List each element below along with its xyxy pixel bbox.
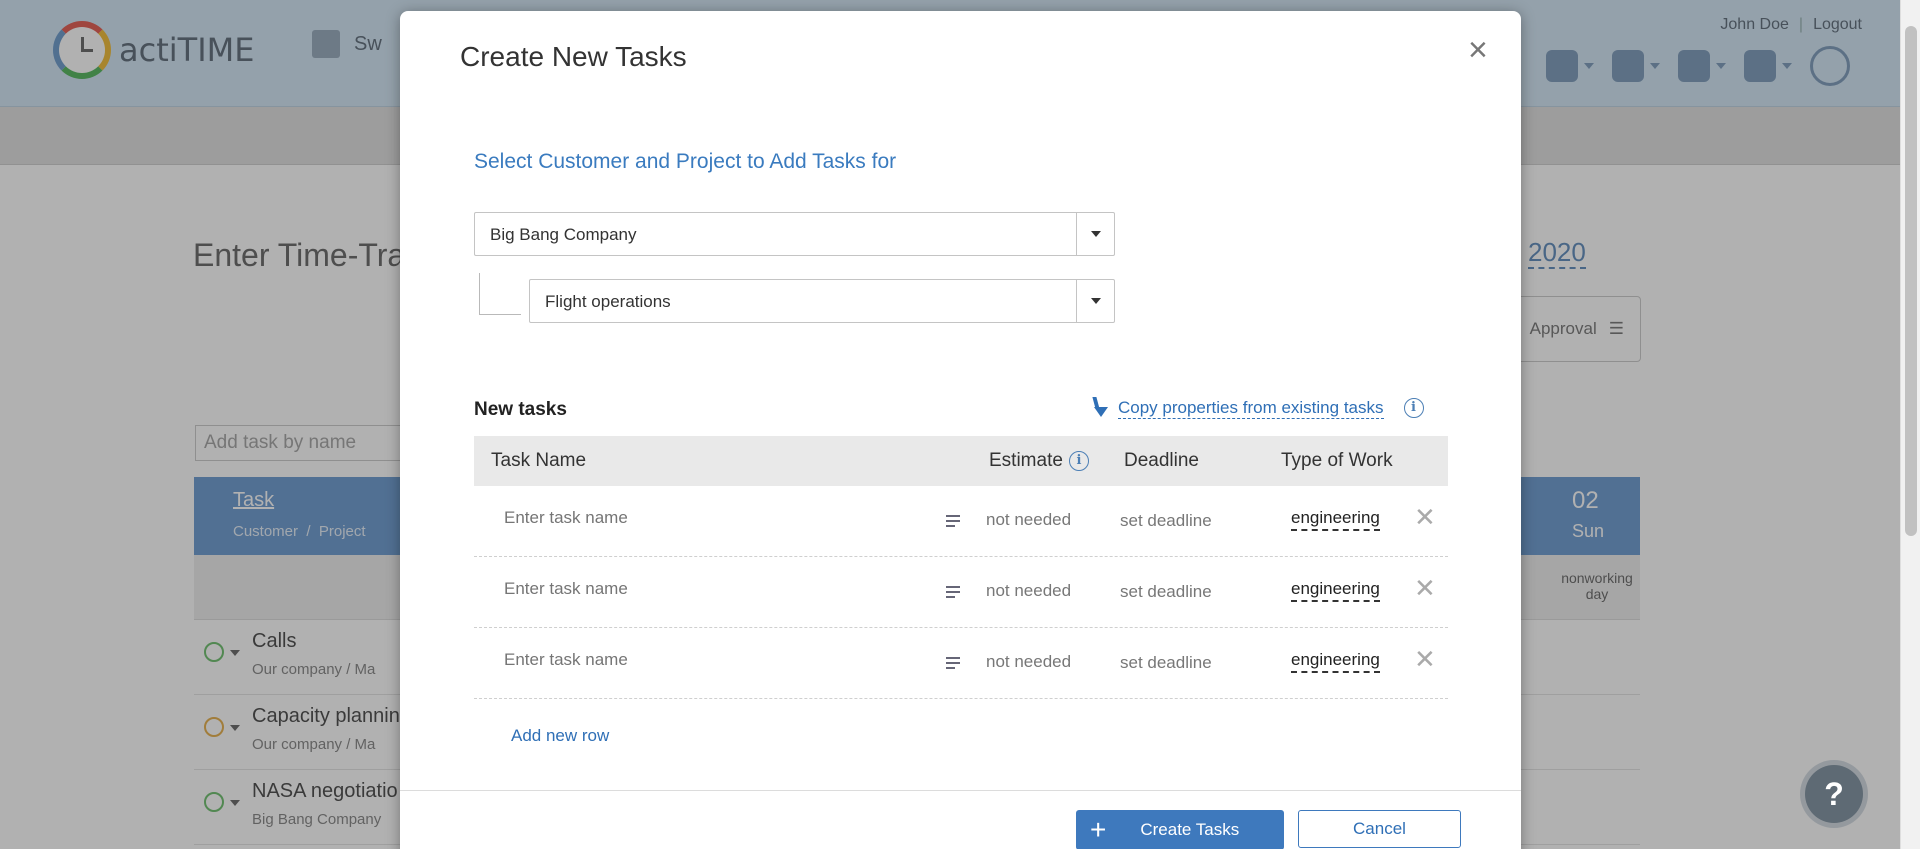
copy-properties-link[interactable]: Copy properties from existing tasks	[1118, 398, 1384, 419]
task-row: not needed set deadline engineering ✕	[474, 486, 1448, 557]
section-heading: Select Customer and Project to Add Tasks…	[474, 150, 897, 173]
description-icon[interactable]	[946, 515, 960, 527]
project-value: Flight operations	[545, 292, 671, 311]
task-row: not needed set deadline engineering ✕	[474, 628, 1448, 699]
estimate-field[interactable]: not needed	[986, 510, 1071, 530]
close-icon[interactable]: ×	[1468, 33, 1488, 67]
column-estimate: Estimate i	[989, 450, 1089, 472]
plus-icon: +	[1090, 814, 1107, 845]
modal-title: Create New Tasks	[460, 41, 687, 72]
type-of-work-select[interactable]: engineering	[1291, 579, 1380, 602]
arrow-down-icon	[1090, 397, 1108, 419]
customer-value: Big Bang Company	[490, 225, 637, 244]
copy-properties: Copy properties from existing tasks i	[1090, 397, 1424, 419]
customer-select[interactable]: Big Bang Company	[474, 212, 1115, 256]
add-new-row-link[interactable]: Add new row	[511, 726, 609, 746]
cancel-button[interactable]: Cancel	[1298, 810, 1461, 848]
type-of-work-select[interactable]: engineering	[1291, 508, 1380, 531]
chevron-down-icon[interactable]	[1076, 213, 1114, 255]
column-type-of-work: Type of Work	[1281, 450, 1393, 471]
description-icon[interactable]	[946, 657, 960, 669]
help-button[interactable]: ?	[1805, 765, 1863, 823]
estimate-field[interactable]: not needed	[986, 581, 1071, 601]
task-name-input[interactable]	[504, 650, 904, 670]
type-of-work-select[interactable]: engineering	[1291, 650, 1380, 673]
page-scrollbar[interactable]	[1900, 0, 1920, 849]
new-tasks-label: New tasks	[474, 399, 567, 420]
deadline-field[interactable]: set deadline	[1120, 653, 1212, 673]
info-icon[interactable]: i	[1068, 451, 1089, 471]
chevron-down-icon[interactable]	[1076, 280, 1114, 322]
task-row: not needed set deadline engineering ✕	[474, 557, 1448, 628]
remove-row-icon[interactable]: ✕	[1414, 646, 1436, 672]
create-tasks-button[interactable]: + Create Tasks	[1076, 810, 1284, 849]
task-name-input[interactable]	[504, 579, 904, 599]
remove-row-icon[interactable]: ✕	[1414, 504, 1436, 530]
remove-row-icon[interactable]: ✕	[1414, 575, 1436, 601]
tree-connector	[479, 273, 521, 315]
scrollbar-thumb[interactable]	[1905, 26, 1917, 536]
column-estimate-label: Estimate	[989, 450, 1063, 471]
estimate-field[interactable]: not needed	[986, 652, 1071, 672]
create-tasks-label: Create Tasks	[1140, 820, 1240, 839]
modal-footer-divider	[400, 790, 1521, 791]
column-deadline: Deadline	[1124, 450, 1199, 471]
description-icon[interactable]	[946, 586, 960, 598]
tasks-table-header: Task Name Estimate i Deadline Type of Wo…	[474, 436, 1448, 486]
deadline-field[interactable]: set deadline	[1120, 582, 1212, 602]
task-name-input[interactable]	[504, 508, 904, 528]
deadline-field[interactable]: set deadline	[1120, 511, 1212, 531]
project-select[interactable]: Flight operations	[529, 279, 1115, 323]
column-task-name: Task Name	[491, 450, 587, 471]
create-tasks-modal: Create New Tasks × Select Customer and P…	[400, 11, 1521, 849]
info-icon[interactable]: i	[1403, 398, 1424, 418]
